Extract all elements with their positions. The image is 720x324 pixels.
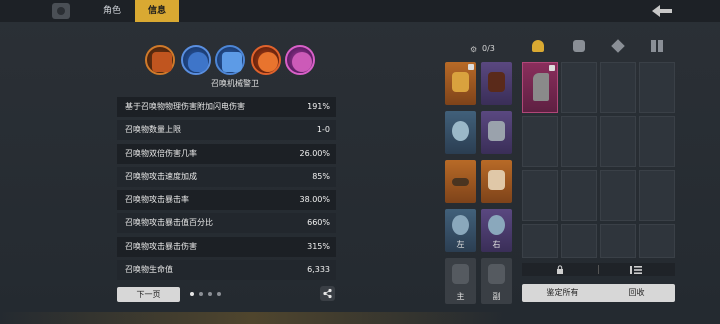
stat-row: 召唤物数量上限 1-0 <box>117 120 336 141</box>
lock-icon <box>549 65 555 71</box>
stat-label: 召唤物攻击暴击值百分比 <box>125 218 213 228</box>
tab-role[interactable]: 角色 <box>92 0 132 22</box>
identify-all-button[interactable]: 鉴定所有 <box>522 284 603 302</box>
inventory-cell[interactable] <box>639 116 675 167</box>
stat-value: 26.00% <box>299 148 330 158</box>
stat-value: 315% <box>307 241 330 251</box>
inventory-cell[interactable] <box>600 224 636 258</box>
slot-label-main: 主 <box>456 292 465 301</box>
stat-value: 191% <box>307 102 330 111</box>
inventory-cell[interactable] <box>600 116 636 167</box>
stats-list: 基于召唤物物理伤害附加闪电伤害 191% 召唤物数量上限 1-0 召唤物双倍伤害… <box>117 97 336 283</box>
recycle-button[interactable]: 回收 <box>598 284 675 302</box>
inventory-item-axe[interactable] <box>522 62 558 113</box>
inventory-cell[interactable] <box>639 62 675 113</box>
toolbar-divider <box>598 265 599 274</box>
inventory-cell[interactable] <box>522 224 558 258</box>
axe-icon <box>533 73 549 101</box>
page-dot <box>199 292 203 296</box>
stat-row: 召唤物双倍伤害几率 26.00% <box>117 143 336 164</box>
equip-slot-off-hand[interactable]: 副 <box>481 258 512 304</box>
stat-row: 召唤物攻击暴击率 38.00% <box>117 190 336 211</box>
share-button[interactable] <box>320 286 335 301</box>
gloves-icon <box>488 121 505 141</box>
inventory-cell[interactable] <box>600 170 636 221</box>
stat-label: 基于召唤物物理伤害附加闪电伤害 <box>125 102 245 111</box>
stat-value: 1-0 <box>316 125 330 135</box>
page-dot <box>217 292 221 296</box>
inventory-cell[interactable] <box>561 62 597 113</box>
equip-slot-ring-right[interactable]: 右 <box>481 209 512 252</box>
skill-name: 召唤机械警卫 <box>211 79 259 88</box>
slot-label-right: 右 <box>492 240 501 249</box>
skill-burst-icon[interactable] <box>251 45 281 75</box>
inventory-toolbar <box>522 263 675 276</box>
share-icon <box>323 288 332 299</box>
skill-lightning-icon[interactable] <box>215 45 245 75</box>
page-dot <box>208 292 212 296</box>
stat-value: 38.00% <box>299 195 330 205</box>
inventory-cell[interactable] <box>561 224 597 258</box>
stat-row: 召唤物攻击暴击值百分比 660% <box>117 213 336 234</box>
stat-label: 召唤物攻击暴击伤害 <box>125 241 197 251</box>
equip-slot-amulet[interactable] <box>445 111 476 154</box>
equip-slot-gloves[interactable] <box>481 111 512 154</box>
belt-icon <box>452 178 469 186</box>
equip-counter: 0/3 <box>482 44 495 53</box>
stat-row: 召唤物攻击暴击伤害 315% <box>117 236 336 257</box>
slot-label-left: 左 <box>456 240 465 249</box>
stat-row: 召唤物攻击速度加成 85% <box>117 166 336 187</box>
boots-icon <box>488 170 505 190</box>
equip-slot-boots[interactable] <box>481 160 512 203</box>
inventory-cell[interactable] <box>561 170 597 221</box>
back-arrow-icon[interactable] <box>650 3 674 19</box>
skill-fire-icon[interactable] <box>145 45 175 75</box>
helmet-category-icon[interactable] <box>532 40 544 52</box>
stat-value: 6,333 <box>307 265 330 275</box>
bottom-glow <box>0 312 720 324</box>
inventory-cell[interactable] <box>561 116 597 167</box>
inventory-cell[interactable] <box>522 116 558 167</box>
stat-label: 召唤物数量上限 <box>125 125 181 135</box>
stat-label: 召唤物攻击速度加成 <box>125 171 197 181</box>
stat-row: 基于召唤物物理伤害附加闪电伤害 191% <box>117 97 336 117</box>
stat-label: 召唤物双倍伤害几率 <box>125 148 197 158</box>
equip-slot-helmet[interactable] <box>445 62 476 105</box>
ring-icon <box>488 215 505 235</box>
next-page-button[interactable]: 下一页 <box>117 287 180 302</box>
stat-row: 召唤物生命值 6,333 <box>117 260 336 281</box>
ring-icon <box>452 215 469 235</box>
page-dot <box>190 292 194 296</box>
stat-value: 660% <box>307 218 330 228</box>
sword-icon <box>452 264 469 284</box>
helmet-icon <box>452 72 469 92</box>
equip-slot-belt[interactable] <box>445 160 476 203</box>
slot-label-off: 副 <box>492 292 501 301</box>
skill-arcane-icon[interactable] <box>285 45 315 75</box>
gem-category-icon[interactable] <box>611 39 625 53</box>
lock-icon <box>468 64 474 70</box>
inventory-cell[interactable] <box>639 224 675 258</box>
armor-icon <box>488 72 505 92</box>
game-logo-icon <box>52 3 70 19</box>
inventory-cell[interactable] <box>600 62 636 113</box>
inventory-cell[interactable] <box>522 170 558 221</box>
offhand-icon <box>488 264 505 284</box>
equip-slot-main-hand[interactable]: 主 <box>445 258 476 304</box>
skill-shield-icon[interactable] <box>181 45 211 75</box>
equip-slot-armor[interactable] <box>481 62 512 105</box>
stat-value: 85% <box>312 171 330 181</box>
tab-info[interactable]: 信息 <box>135 0 179 22</box>
amulet-icon <box>452 121 469 141</box>
sort-icon[interactable] <box>630 265 642 275</box>
gear-slot-icon: ⚙ <box>470 45 478 54</box>
stat-label: 召唤物攻击暴击率 <box>125 195 189 205</box>
lock-filter-icon[interactable] <box>555 265 565 275</box>
grid-category-icon[interactable] <box>651 40 663 52</box>
equip-slot-ring-left[interactable]: 左 <box>445 209 476 252</box>
armor-category-icon[interactable] <box>573 40 585 52</box>
inventory-cell[interactable] <box>639 170 675 221</box>
stat-label: 召唤物生命值 <box>125 265 173 275</box>
